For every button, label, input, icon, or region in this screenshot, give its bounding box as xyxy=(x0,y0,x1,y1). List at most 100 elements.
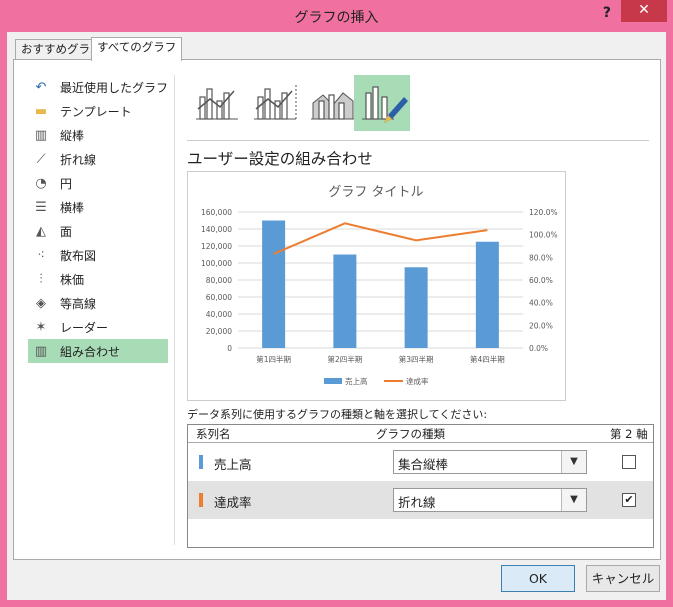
pie-chart-icon: ◔ xyxy=(35,175,47,191)
ok-button[interactable]: OK xyxy=(501,565,575,592)
y-tick-label: 0 xyxy=(227,344,232,353)
nav-label: 最近使用したグラフ xyxy=(60,80,169,95)
instruction-text: データ系列に使用するグラフの種類と軸を選択してください: xyxy=(187,408,488,421)
nav-item-pie[interactable]: ◔ 円 xyxy=(28,171,168,195)
nav-label: 面 xyxy=(60,224,73,239)
secondary-axis-checkbox[interactable] xyxy=(622,455,636,469)
chart-type-value: 折れ線 xyxy=(398,495,436,510)
folder-icon: ▬ xyxy=(34,103,48,119)
nav-label: 横棒 xyxy=(60,200,85,215)
grid-header: 系列名 グラフの種類 第 2 軸 xyxy=(188,425,653,443)
dialog-body: おすすめグラフ すべてのグラフ ↶ 最近使用したグラフ ▬ テンプレート ▥ 縦棒 ⟋… xyxy=(7,32,666,600)
y2-tick-label: 0.0% xyxy=(529,344,548,353)
combo-custom-icon xyxy=(362,86,408,123)
chevron-down-icon[interactable]: ▼ xyxy=(561,451,586,473)
series-name: 売上高 xyxy=(214,457,252,472)
help-button[interactable]: ? xyxy=(603,5,611,21)
close-button[interactable]: ✕ xyxy=(621,0,667,22)
stock-chart-icon: ⫶ xyxy=(39,271,43,287)
bar-chart-icon: ☰ xyxy=(35,199,47,215)
y-tick-label: 120,000 xyxy=(201,242,232,251)
series-row: 売上高 集合縦棒 ▼ xyxy=(188,443,653,481)
nav-label: 折れ線 xyxy=(60,152,97,167)
chart-type-list: ↶ 最近使用したグラフ ▬ テンプレート ▥ 縦棒 ⟋ 折れ線 ◔ 円 ☰ 横棒 ◭ 面 ⁖ 散… xyxy=(28,75,168,363)
x-tick-label: 第1四半期 xyxy=(256,354,291,364)
nav-item-combo[interactable]: ▥ 組み合わせ xyxy=(28,339,168,363)
chart-type-select[interactable]: 折れ線 ▼ xyxy=(393,488,587,512)
y-tick-label: 80,000 xyxy=(206,276,232,285)
legend-label: 達成率 xyxy=(406,376,429,386)
header-secondary-axis: 第 2 軸 xyxy=(610,427,648,441)
y2-tick-label: 100.0% xyxy=(529,231,558,240)
nav-item-template[interactable]: ▬ テンプレート xyxy=(28,99,168,123)
tab-panel: ↶ 最近使用したグラフ ▬ テンプレート ▥ 縦棒 ⟋ 折れ線 ◔ 円 ☰ 横棒 ◭ 面 ⁖ 散… xyxy=(13,59,661,560)
combo-subtype-stacked-area[interactable] xyxy=(305,75,361,131)
y2-tick-label: 120.0% xyxy=(529,208,558,217)
dialog-title: グラフの挿入 xyxy=(294,10,379,26)
nav-item-area[interactable]: ◭ 面 xyxy=(28,219,168,243)
nav-label: テンプレート xyxy=(60,104,132,119)
chevron-down-icon[interactable]: ▼ xyxy=(561,489,586,511)
header-series-name: 系列名 xyxy=(196,427,231,441)
series-color-swatch xyxy=(199,493,203,507)
cancel-button[interactable]: キャンセル xyxy=(586,565,660,592)
nav-label: 円 xyxy=(60,176,73,191)
section-heading: ユーザー設定の組み合わせ xyxy=(187,150,373,168)
combo-subtype-clustered-line[interactable] xyxy=(190,75,246,131)
nav-item-surface[interactable]: ◈ 等高線 xyxy=(28,291,168,315)
nav-label: 組み合わせ xyxy=(60,344,121,359)
combo-secondary-axis-icon xyxy=(254,85,297,120)
combo-subtype-clustered-line-secondary[interactable] xyxy=(248,75,304,131)
y2-tick-label: 40.0% xyxy=(529,299,553,308)
chart-type-value: 集合縦棒 xyxy=(398,457,449,472)
combo-clustered-line-icon xyxy=(196,88,238,120)
area-chart-icon: ◭ xyxy=(36,223,46,239)
radar-chart-icon: ✶ xyxy=(35,319,47,335)
legend-swatch xyxy=(324,378,342,384)
y-tick-label: 60,000 xyxy=(206,293,232,302)
nav-item-scatter[interactable]: ⁖ 散布図 xyxy=(28,243,168,267)
nav-label: 散布図 xyxy=(60,248,97,263)
x-tick-label: 第3四半期 xyxy=(399,354,434,364)
y2-tick-label: 80.0% xyxy=(529,253,553,262)
nav-item-line[interactable]: ⟋ 折れ線 xyxy=(28,147,168,171)
chart-preview: グラフ タイトル 0 20,000 40,000 60,000 80,000 100,000… xyxy=(187,171,566,401)
y2-tick-label: 60.0% xyxy=(529,276,553,285)
nav-item-column[interactable]: ▥ 縦棒 xyxy=(28,123,168,147)
nav-item-recent[interactable]: ↶ 最近使用したグラフ xyxy=(28,75,168,99)
nav-item-bar[interactable]: ☰ 横棒 xyxy=(28,195,168,219)
chart-title: グラフ タイトル xyxy=(328,185,423,200)
dialog-window: グラフの挿入 ? ✕ おすすめグラフ すべてのグラフ ↶ 最近使用したグラフ ▬ テ… xyxy=(0,0,673,607)
y-tick-label: 100,000 xyxy=(201,259,232,268)
chart-type-select[interactable]: 集合縦棒 ▼ xyxy=(393,450,587,474)
nav-item-radar[interactable]: ✶ レーダー xyxy=(28,315,168,339)
title-bar[interactable]: グラフの挿入 ? ✕ xyxy=(0,0,673,32)
chart-canvas: グラフ タイトル 0 20,000 40,000 60,000 80,000 100,000… xyxy=(201,185,558,386)
nav-label: 等高線 xyxy=(60,296,97,311)
line-chart-icon: ⟋ xyxy=(36,151,46,167)
y-tick-label: 160,000 xyxy=(201,208,232,217)
x-tick-label: 第2四半期 xyxy=(327,354,362,364)
series-color-swatch xyxy=(199,455,203,469)
line-series xyxy=(273,222,488,255)
series-grid: 系列名 グラフの種類 第 2 軸 売上高 集合縦棒 ▼ 達成率 折れ線 ▼ ✔ xyxy=(187,424,654,548)
divider xyxy=(174,75,175,545)
bar xyxy=(333,254,357,348)
bar xyxy=(262,220,286,348)
secondary-axis-checkbox[interactable]: ✔ xyxy=(622,493,636,507)
bar xyxy=(475,241,499,348)
nav-item-stock[interactable]: ⫶ 株価 xyxy=(28,267,168,291)
surface-chart-icon: ◈ xyxy=(36,295,46,311)
y-tick-label: 20,000 xyxy=(206,327,232,336)
y2-tick-label: 20.0% xyxy=(529,321,553,330)
separator xyxy=(187,140,649,141)
nav-label: 株価 xyxy=(60,272,85,287)
tab-all-charts[interactable]: すべてのグラフ xyxy=(91,37,183,61)
y-tick-label: 140,000 xyxy=(201,225,232,234)
combo-subtype-custom[interactable] xyxy=(354,75,410,131)
x-tick-label: 第4四半期 xyxy=(470,354,505,364)
nav-label: 縦棒 xyxy=(60,128,85,143)
recent-icon: ↶ xyxy=(35,79,47,95)
nav-label: レーダー xyxy=(60,320,109,335)
scatter-chart-icon: ⁖ xyxy=(37,247,45,263)
